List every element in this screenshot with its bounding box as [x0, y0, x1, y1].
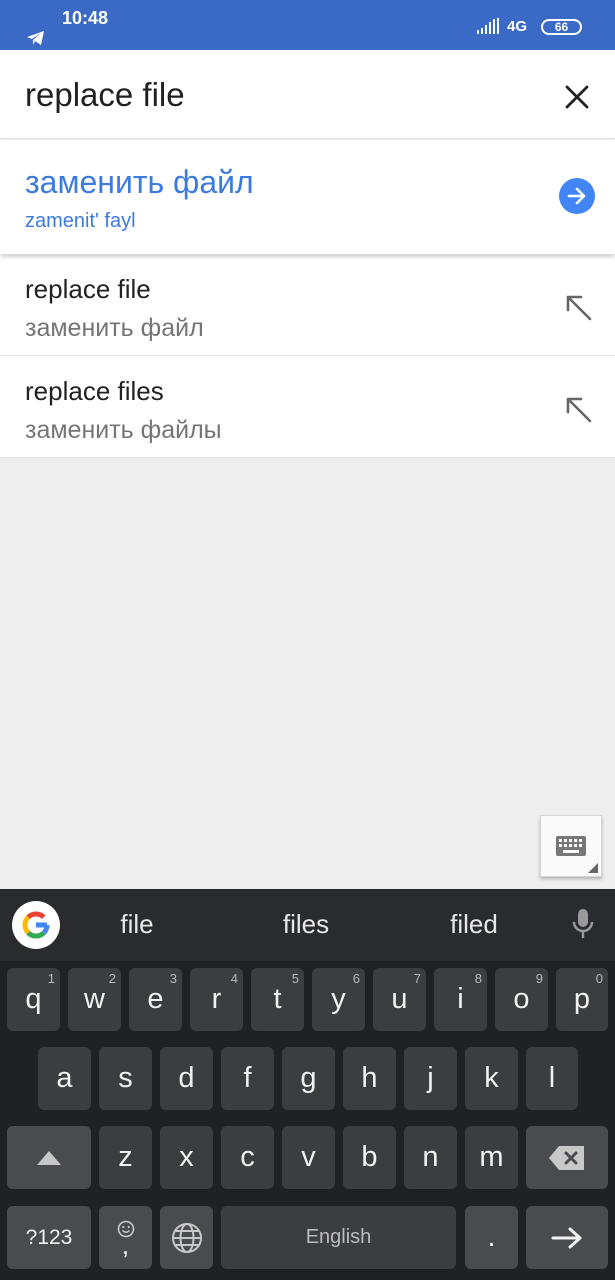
- battery-indicator: 66: [541, 19, 582, 35]
- key-z[interactable]: z: [99, 1126, 152, 1189]
- telegram-icon: [26, 30, 46, 51]
- fill-query-arrow-icon[interactable]: [563, 394, 593, 424]
- arrow-right-icon: [551, 1227, 582, 1248]
- keyboard-suggestion[interactable]: filed: [404, 909, 544, 940]
- fill-query-arrow-icon[interactable]: [563, 292, 593, 322]
- key-label: i: [457, 983, 464, 1015]
- microphone-icon[interactable]: [569, 907, 597, 946]
- key-n[interactable]: n: [404, 1126, 457, 1189]
- key-k[interactable]: k: [465, 1047, 518, 1110]
- status-time: 10:48: [62, 8, 109, 28]
- key-d[interactable]: d: [160, 1047, 213, 1110]
- comma-label: ,: [121, 1229, 130, 1260]
- key-i[interactable]: i8: [434, 968, 487, 1031]
- key-label: q: [25, 983, 42, 1015]
- period-key[interactable]: .: [465, 1206, 518, 1269]
- suggestion-item[interactable]: replace file заменить файл: [0, 254, 615, 356]
- key-o[interactable]: o9: [495, 968, 548, 1031]
- key-label: u: [391, 983, 408, 1015]
- arrow-right-icon: [567, 187, 586, 205]
- key-hint: 4: [230, 971, 238, 986]
- key-hint: 3: [169, 971, 177, 986]
- key-hint: 1: [47, 971, 55, 986]
- search-input[interactable]: [25, 72, 525, 118]
- resize-corner: [588, 863, 598, 873]
- space-key[interactable]: English: [221, 1206, 456, 1269]
- language-key[interactable]: [160, 1206, 213, 1269]
- key-g[interactable]: g: [282, 1047, 335, 1110]
- key-p[interactable]: p0: [556, 968, 608, 1031]
- keyboard-suggestion[interactable]: file: [67, 909, 207, 940]
- shift-icon: [37, 1150, 61, 1165]
- key-hint: 8: [474, 971, 482, 986]
- symbols-key[interactable]: ?123: [7, 1206, 91, 1269]
- enter-key[interactable]: [526, 1206, 608, 1269]
- key-e[interactable]: e3: [129, 968, 182, 1031]
- key-m[interactable]: m: [465, 1126, 518, 1189]
- go-button[interactable]: [559, 178, 595, 214]
- signal-icon: [477, 18, 501, 39]
- transliteration-text: zamenit' fayl: [25, 210, 136, 232]
- backspace-key[interactable]: [526, 1126, 608, 1189]
- key-label: w: [84, 983, 105, 1015]
- key-hint: 0: [595, 971, 603, 986]
- key-hint: 2: [108, 971, 116, 986]
- key-label: t: [273, 983, 282, 1015]
- clear-search-button[interactable]: [558, 78, 596, 116]
- suggestion-target: заменить файл: [25, 314, 204, 342]
- key-u[interactable]: u7: [373, 968, 426, 1031]
- key-q[interactable]: q1: [7, 968, 60, 1031]
- key-label: p: [573, 983, 591, 1015]
- key-hint: 6: [352, 971, 360, 986]
- keyboard-icon: [556, 836, 586, 856]
- key-v[interactable]: v: [282, 1126, 335, 1189]
- globe-icon: [171, 1222, 202, 1253]
- key-hint: 7: [413, 971, 421, 986]
- shift-key[interactable]: [7, 1126, 91, 1189]
- soft-keyboard: file files filed q1 w2 e3 r4 t5 y6 u7 i8…: [0, 889, 615, 1280]
- suggestion-target: заменить файлы: [25, 416, 222, 444]
- key-hint: 9: [535, 971, 543, 986]
- key-s[interactable]: s: [99, 1047, 152, 1110]
- key-hint: 5: [291, 971, 299, 986]
- key-w[interactable]: w2: [68, 968, 121, 1031]
- key-b[interactable]: b: [343, 1126, 396, 1189]
- keyboard-toggle-button[interactable]: [540, 815, 602, 877]
- suggestion-list: replace file заменить файл replace files…: [0, 254, 615, 458]
- status-bar: 10:48 4G 66: [0, 0, 615, 50]
- key-a[interactable]: a: [38, 1047, 91, 1110]
- close-icon: [565, 85, 589, 109]
- keyboard-suggestion-strip: file files filed: [0, 889, 615, 961]
- suggestion-source: replace file: [25, 274, 151, 304]
- key-j[interactable]: j: [404, 1047, 457, 1110]
- key-label: r: [211, 983, 222, 1015]
- key-l[interactable]: l: [526, 1047, 578, 1110]
- key-r[interactable]: r4: [190, 968, 243, 1031]
- search-bar: [0, 50, 615, 139]
- key-t[interactable]: t5: [251, 968, 304, 1031]
- suggestion-source: replace files: [25, 376, 164, 406]
- key-label: o: [513, 983, 530, 1015]
- translation-text: заменить файл: [25, 164, 254, 200]
- key-x[interactable]: x: [160, 1126, 213, 1189]
- key-h[interactable]: h: [343, 1047, 396, 1110]
- network-type: 4G: [507, 18, 528, 35]
- google-icon[interactable]: [12, 901, 60, 949]
- suggestion-item[interactable]: replace files заменить файлы: [0, 356, 615, 458]
- keyboard-suggestion[interactable]: files: [236, 909, 376, 940]
- key-y[interactable]: y6: [312, 968, 365, 1031]
- key-label: e: [147, 983, 164, 1015]
- emoji-comma-key[interactable]: ,: [99, 1206, 152, 1269]
- key-c[interactable]: c: [221, 1126, 274, 1189]
- key-label: y: [331, 983, 346, 1015]
- translation-result[interactable]: заменить файл zamenit' fayl: [0, 140, 615, 254]
- backspace-icon: [549, 1145, 584, 1170]
- key-f[interactable]: f: [221, 1047, 274, 1110]
